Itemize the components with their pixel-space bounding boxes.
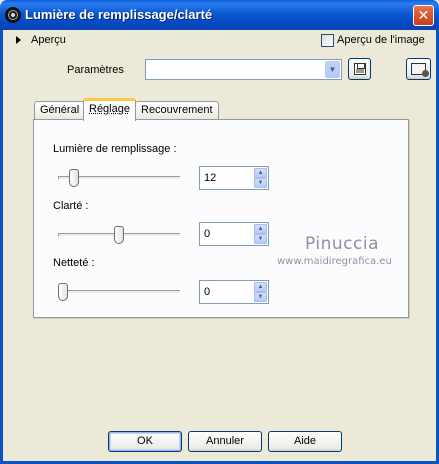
chevron-down-icon[interactable]: ▼ [325,61,340,78]
fill-light-label: Lumière de remplissage : [53,143,177,155]
floppy-disk-icon [354,63,366,75]
window-frame-left [0,30,3,464]
sharpness-spinner[interactable]: 0 ▲ ▼ [199,280,269,304]
watermark-name: Pinuccia [305,234,379,254]
clarity-decrement-button[interactable]: ▼ [254,234,267,244]
sharpness-label: Netteté : [53,257,95,269]
clarity-increment-button[interactable]: ▲ [254,224,267,234]
tab-general-label: Général [40,104,80,116]
save-preset-button[interactable] [348,58,371,80]
presets-dropdown[interactable]: ▼ [145,59,342,80]
window-title: Lumière de remplissage/clarté [25,7,213,22]
preset-manager-button[interactable] [406,58,431,80]
tab-reglage-label: Réglage [89,103,130,115]
help-button[interactable]: Aide [268,431,342,452]
tab-general[interactable]: Général [34,101,86,120]
presets-label: Paramètres [67,64,124,76]
clarity-label: Clarté : [53,200,89,212]
fill-light-slider-thumb[interactable] [69,169,79,187]
preview-toggle-label[interactable]: Aperçu [31,34,66,46]
preview-image-checkbox[interactable] [321,34,334,47]
clarity-slider-thumb[interactable] [114,226,124,244]
fill-light-value[interactable]: 12 [204,172,216,184]
preset-options-icon [411,63,429,77]
tab-reglage[interactable]: Réglage [83,98,136,121]
fill-light-spinner[interactable]: 12 ▲ ▼ [199,166,269,190]
cancel-button[interactable]: Annuler [188,431,262,452]
fill-light-decrement-button[interactable]: ▼ [254,178,267,188]
sharpness-value[interactable]: 0 [204,286,210,298]
close-button[interactable]: ✕ [413,5,434,26]
expand-preview-arrow-icon[interactable] [16,36,21,44]
sharpness-decrement-button[interactable]: ▼ [254,292,267,302]
sharpness-slider-thumb[interactable] [58,283,68,301]
clarity-value[interactable]: 0 [204,228,210,240]
sharpness-increment-button[interactable]: ▲ [254,282,267,292]
ok-button[interactable]: OK [108,431,182,452]
watermark-url: www.maidiregrafica.eu [277,256,392,267]
title-bar: Lumière de remplissage/clarté ✕ [0,0,439,30]
clarity-spinner[interactable]: 0 ▲ ▼ [199,222,269,246]
tab-recouvrement-label: Recouvrement [141,104,213,116]
app-icon [5,7,21,23]
fill-light-increment-button[interactable]: ▲ [254,168,267,178]
sharpness-slider-track[interactable] [58,290,180,294]
tab-recouvrement[interactable]: Recouvrement [135,101,219,120]
preview-image-label[interactable]: Aperçu de l'image [337,34,425,46]
